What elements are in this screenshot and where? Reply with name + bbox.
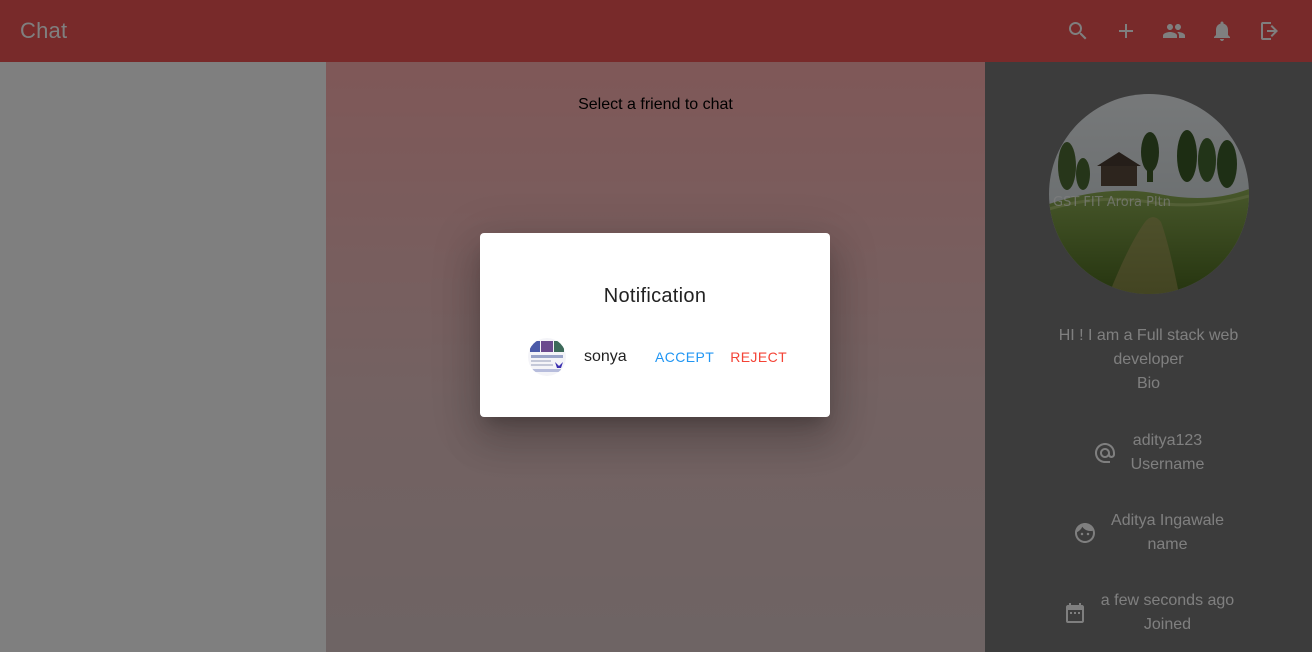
reject-button[interactable]: REJECT <box>722 345 795 369</box>
request-name: sonya <box>584 348 627 365</box>
accept-button[interactable]: ACCEPT <box>647 345 722 369</box>
friend-request-row: sonya ACCEPT REJECT <box>528 338 795 376</box>
collage-image <box>528 338 566 376</box>
dialog-title: Notification <box>603 285 707 307</box>
notification-dialog: Notification sonya ACCEPT REJECT <box>480 233 830 417</box>
request-avatar <box>528 338 566 376</box>
